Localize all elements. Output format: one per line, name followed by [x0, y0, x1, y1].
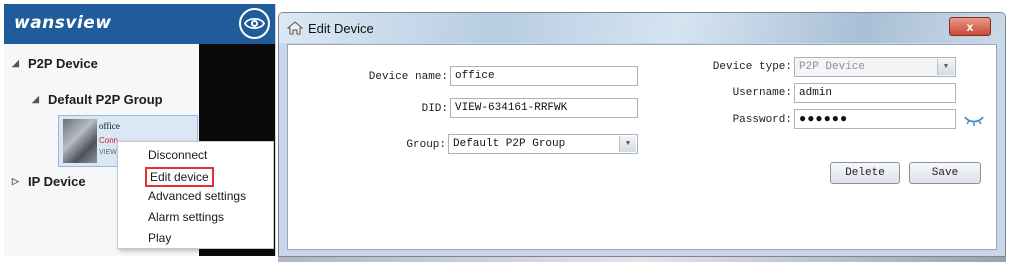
dialog-titlebar[interactable]: Edit Device x	[279, 13, 1005, 43]
device-sidebar: wansview ◢ P2P Device ◢ Default P2P Grou…	[4, 4, 276, 256]
eye-icon[interactable]	[239, 8, 270, 39]
did-field[interactable]: VIEW-634161-RRFWK	[450, 98, 638, 118]
password-label: Password:	[732, 114, 792, 126]
device-tile-sub: VIEW	[99, 149, 117, 156]
tree-collapse-icon[interactable]: ▷	[12, 176, 28, 187]
close-icon[interactable]: x	[949, 17, 991, 36]
device-type-label: Device type:	[712, 61, 792, 73]
eye-toggle-icon[interactable]	[963, 113, 985, 127]
dialog-content: Device name: office DID: VIEW-634161-RRF…	[287, 44, 997, 250]
did-value: VIEW-634161-RRFWK	[455, 102, 568, 114]
device-type-value: P2P Device	[799, 61, 866, 73]
device-type-select[interactable]: P2P Device ▼	[794, 57, 956, 77]
device-name-label: Device name:	[368, 71, 448, 83]
tree-item-p2p-device[interactable]: ◢ P2P Device	[12, 56, 98, 71]
did-label: DID:	[421, 103, 448, 115]
save-button[interactable]: Save	[909, 162, 981, 184]
menu-item-play[interactable]: Play	[148, 231, 171, 245]
tree-item-label: P2P Device	[28, 56, 98, 71]
chevron-down-icon[interactable]: ▼	[619, 136, 636, 152]
group-value: Default P2P Group	[453, 138, 566, 150]
edit-device-dialog: Edit Device x Device name: office DID: V…	[278, 12, 1006, 257]
home-icon	[287, 21, 303, 35]
device-tile-name: office	[99, 121, 120, 131]
device-name-field[interactable]: office	[450, 66, 638, 86]
menu-item-alarm-settings[interactable]: Alarm settings	[148, 210, 224, 224]
chevron-down-icon[interactable]: ▼	[937, 59, 954, 75]
window-bottom-edge	[278, 257, 1006, 262]
menu-item-advanced-settings[interactable]: Advanced settings	[148, 189, 246, 203]
username-label: Username:	[732, 87, 792, 99]
brand-bar: wansview	[4, 4, 275, 44]
close-label: x	[966, 19, 974, 34]
context-menu: Disconnect Edit device Advanced settings…	[117, 141, 274, 249]
app-screen: wansview ◢ P2P Device ◢ Default P2P Grou…	[0, 0, 1024, 275]
group-select[interactable]: Default P2P Group ▼	[448, 134, 638, 154]
device-tile-status: Conn	[99, 136, 119, 145]
delete-button[interactable]: Delete	[830, 162, 900, 184]
tree-item-ip-device[interactable]: ▷ IP Device	[12, 174, 86, 189]
delete-button-label: Delete	[845, 167, 885, 179]
brand-logo: wansview	[14, 13, 112, 33]
camera-thumbnail	[63, 119, 97, 163]
group-label: Group:	[406, 139, 446, 151]
menu-item-disconnect[interactable]: Disconnect	[148, 148, 207, 162]
device-name-value: office	[455, 70, 495, 82]
dialog-title: Edit Device	[308, 21, 374, 36]
password-value: ●●●●●●	[799, 112, 849, 126]
menu-item-edit-device[interactable]: Edit device	[145, 167, 214, 187]
username-value: admin	[799, 87, 833, 99]
tree-item-label: Default P2P Group	[48, 92, 163, 107]
tree-item-default-group[interactable]: ◢ Default P2P Group	[32, 92, 163, 107]
tree-expand-icon[interactable]: ◢	[32, 94, 48, 105]
tree-expand-icon[interactable]: ◢	[12, 58, 28, 69]
eye-icon-graphic	[244, 18, 265, 29]
save-button-label: Save	[931, 167, 959, 179]
tree-item-label: IP Device	[28, 174, 86, 189]
password-field[interactable]: ●●●●●●	[794, 109, 956, 129]
username-field[interactable]: admin	[794, 83, 956, 103]
